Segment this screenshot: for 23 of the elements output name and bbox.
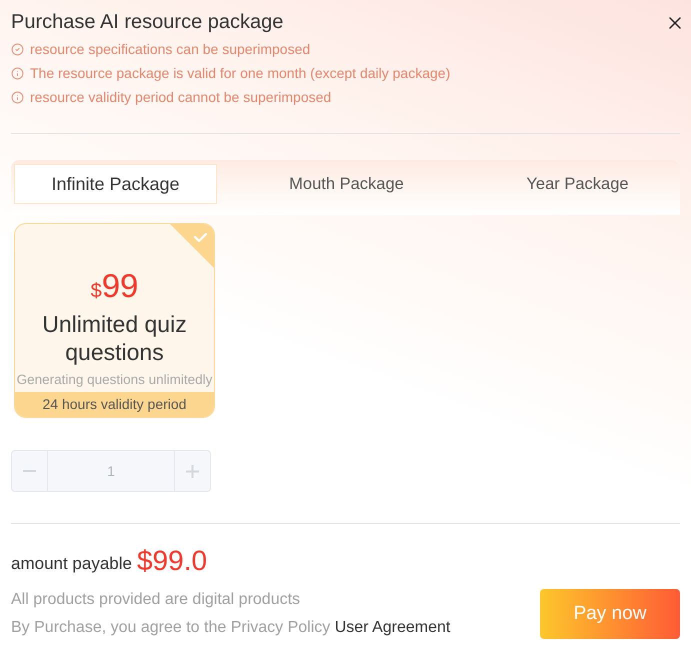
note-text: The resource package is valid for one month (except daily package) xyxy=(30,64,450,83)
package-title: Unlimited quiz questions xyxy=(41,310,188,366)
info-icon xyxy=(11,90,24,104)
note-text: resource validity period cannot be superimposed xyxy=(30,88,332,107)
check-circle-icon xyxy=(11,42,24,56)
check-corner-icon xyxy=(170,224,214,268)
amount-value: $99.0 xyxy=(136,544,208,578)
validity-band: 24 hours validity period xyxy=(15,392,214,417)
package-description: Generating questions unlimitedly xyxy=(16,371,212,389)
note-text: resource specifications can be superimposed xyxy=(30,40,310,59)
amount-label: amount payable xyxy=(11,553,132,576)
agreement-text: By Purchase, you agree to the Privacy Policy User Agreement xyxy=(11,618,450,638)
dialog-title: Purchase AI resource package xyxy=(11,10,284,34)
user-agreement-link[interactable]: User Agreement xyxy=(334,619,450,636)
package-tab[interactable]: Infinite Package xyxy=(14,164,217,204)
package-tab[interactable]: Year Package xyxy=(476,164,679,204)
plus-icon xyxy=(186,464,199,478)
info-icon xyxy=(11,66,24,80)
package-card[interactable]: $99 Unlimited quiz questions Generating questions unlimitedly 24 hours validity period xyxy=(14,223,215,418)
minus-icon xyxy=(23,470,36,472)
digital-products-note: All products provided are digital products xyxy=(11,590,302,610)
package-tab[interactable]: Mouth Package xyxy=(245,164,448,204)
package-price: $99 xyxy=(90,268,138,304)
